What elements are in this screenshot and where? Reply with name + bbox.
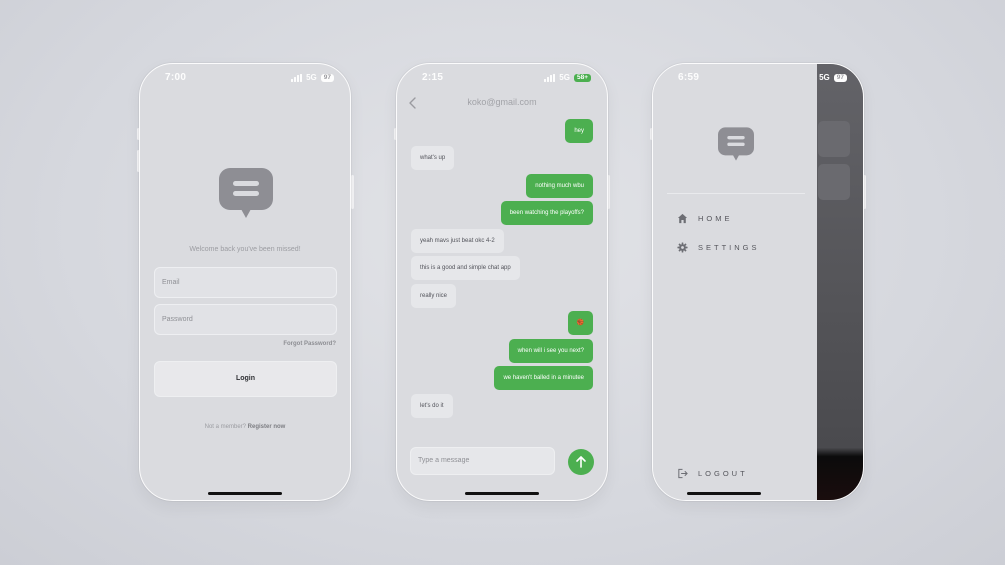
side-button	[351, 175, 354, 209]
status-time: 2:15	[422, 72, 444, 83]
home-indicator	[687, 492, 762, 495]
message-bubble: yeah mavs just beat okc 4-2	[411, 229, 504, 253]
message-bubble: really nice	[411, 284, 457, 308]
logout-icon	[678, 468, 688, 479]
menu-item-home[interactable]: HOME	[677, 213, 733, 224]
battery-icon: 58+	[573, 73, 591, 82]
home-indicator	[465, 492, 539, 495]
forgot-password-link[interactable]: Forgot Password?	[283, 341, 336, 347]
status-bar: 2:15 5G 58+	[397, 72, 607, 86]
message-bubble: we haven't balled in a minutee	[494, 366, 593, 390]
message-bubble: 🏀	[567, 311, 593, 335]
network-label: 5G	[819, 73, 830, 82]
status-bar: 7:00 5G 97	[140, 72, 350, 86]
email-field[interactable]: Email	[154, 267, 337, 298]
chat-logo-icon	[718, 127, 754, 161]
background-card	[818, 164, 850, 200]
logout-button[interactable]: LOGOUT	[677, 468, 748, 479]
arrow-up-icon	[576, 456, 586, 468]
status-time: 7:00	[165, 72, 187, 83]
network-label: 5G	[559, 73, 570, 82]
divider	[667, 193, 805, 194]
menu-item-settings[interactable]: SETTINGS	[677, 242, 760, 253]
menu-item-label: HOME	[698, 214, 733, 223]
battery-icon: 97	[833, 73, 847, 82]
menu-item-label: SETTINGS	[698, 243, 760, 252]
message-bubble: nothing much wbu	[526, 174, 593, 198]
side-drawer: HOME SETTINGS LOGOUT	[653, 64, 817, 500]
message-bubble: hey	[565, 119, 593, 143]
register-prompt: Not a member? Register now	[140, 424, 350, 430]
login-button[interactable]: Login	[154, 361, 337, 397]
message-bubble: what's up	[411, 146, 455, 170]
welcome-text: Welcome back you've been missed!	[189, 246, 301, 253]
chat-phone: 2:15 5G 58+ koko@gmail.com hey what's up…	[396, 63, 608, 501]
message-bubble: been watching the playoffs?	[500, 201, 593, 225]
status-time: 6:59	[678, 72, 700, 83]
register-prompt-text: Not a member?	[204, 424, 246, 430]
logout-label: LOGOUT	[698, 469, 748, 478]
background-card	[818, 121, 850, 157]
home-icon	[677, 213, 688, 224]
gear-icon	[677, 242, 688, 253]
login-phone: 7:00 5G 97 Welcome back you've been miss…	[139, 63, 351, 501]
network-label: 5G	[306, 73, 317, 82]
battery-icon: 97	[320, 73, 334, 82]
status-bar: 6:59 5G 97	[653, 72, 863, 86]
menu-phone: HOME SETTINGS LOGOUT 6:59 5G 97	[652, 63, 864, 501]
message-input[interactable]: Type a message	[410, 447, 555, 475]
chat-logo-icon	[219, 168, 273, 218]
signal-icon	[544, 73, 556, 82]
password-field[interactable]: Password	[154, 304, 337, 335]
message-bubble: let's do it	[411, 394, 453, 418]
message-bubble: when will i see you next?	[508, 339, 593, 363]
send-button[interactable]	[568, 449, 594, 475]
signal-icon	[291, 73, 303, 82]
chat-title: koko@gmail.com	[467, 97, 537, 107]
register-link[interactable]: Register now	[248, 424, 286, 430]
message-bubble: this is a good and simple chat app	[411, 256, 520, 280]
home-indicator	[208, 492, 282, 495]
